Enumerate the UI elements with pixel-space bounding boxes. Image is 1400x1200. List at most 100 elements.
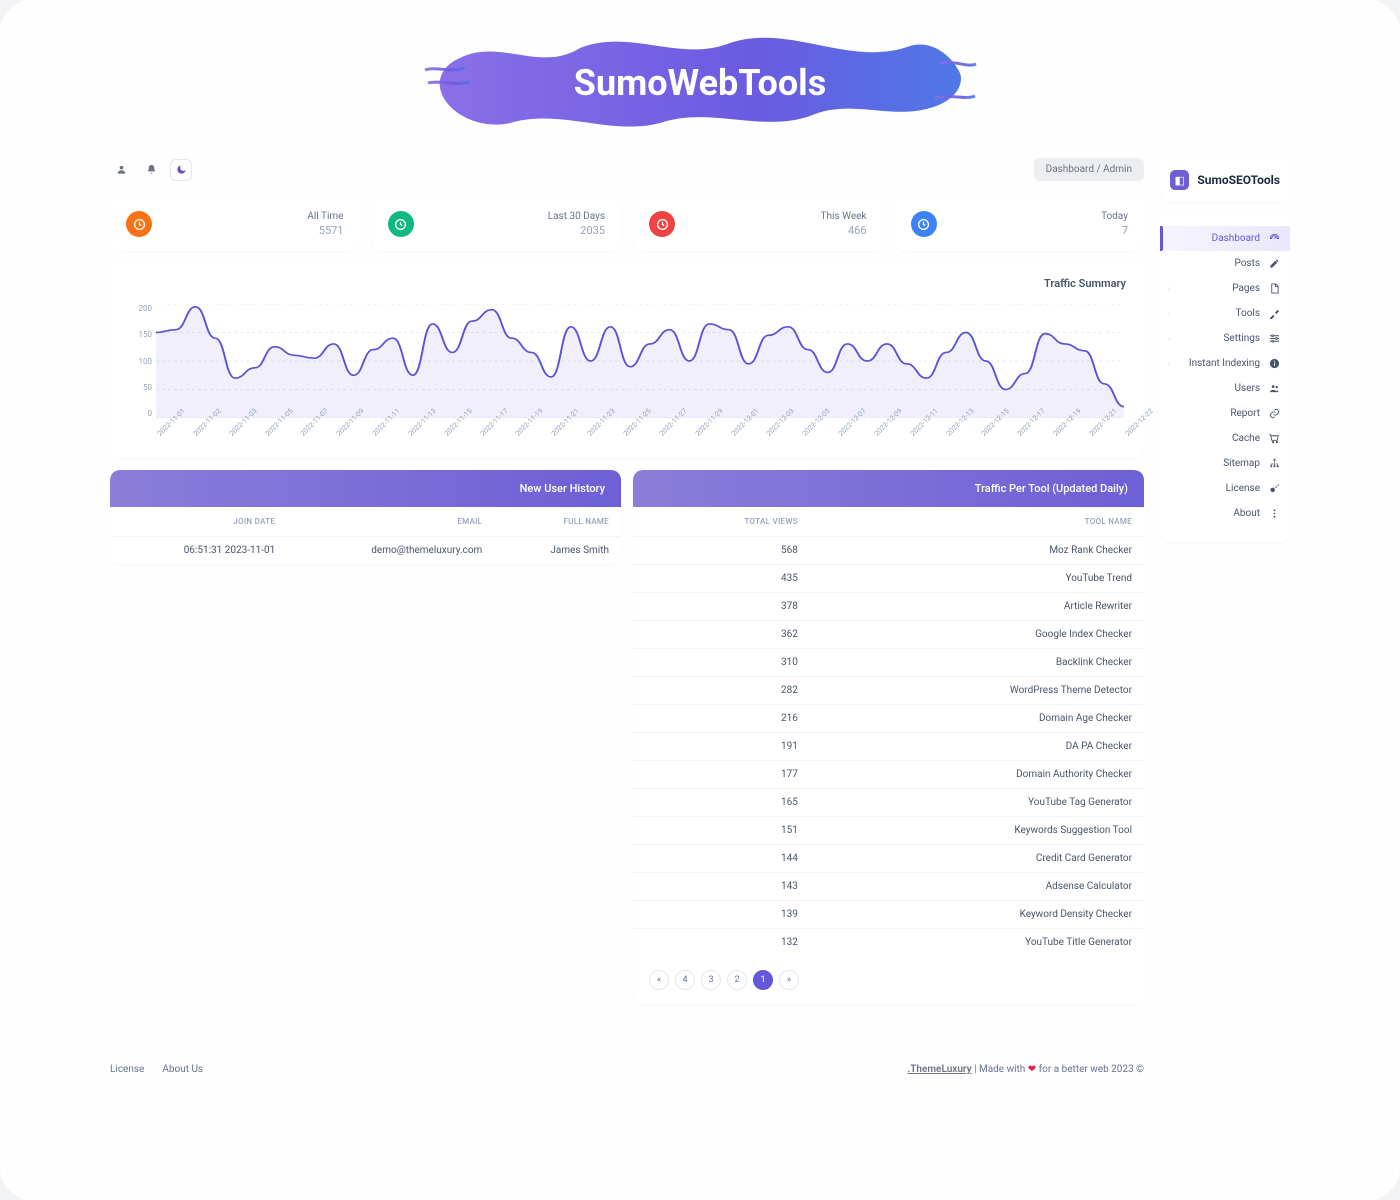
stat-card: All Time 5571 — [110, 197, 360, 251]
sidebar-item-label: License — [1226, 483, 1260, 494]
sidebar-item-about[interactable]: About — [1160, 501, 1290, 526]
speed-icon — [1268, 233, 1280, 244]
table-row: 282WordPress Theme Detector — [633, 677, 1144, 705]
breadcrumb-sep: / — [1096, 164, 1100, 175]
stats-row: All Time 5571 Last 30 Days 2035 This Wee… — [110, 197, 1144, 251]
sidebar-item-label: Sitemap — [1223, 458, 1260, 469]
sidebar-item-label: Instant Indexing — [1189, 358, 1260, 369]
sidebar-item-users[interactable]: Users — [1160, 376, 1290, 401]
brand-logo-icon: ◧ — [1170, 170, 1189, 190]
sidebar-menu: Dashboard Posts › Pages › Tools ›Settings›Inst… — [1160, 214, 1290, 542]
col-full-name: FULL NAME — [494, 507, 621, 537]
heart-icon: ❤ — [1028, 1064, 1036, 1075]
stat-card: This Week 466 — [633, 197, 883, 251]
more-icon — [1268, 508, 1280, 519]
stat-icon — [649, 211, 675, 237]
stat-value: 466 — [821, 224, 867, 237]
sidebar-item-tools[interactable]: › Tools — [1160, 301, 1290, 326]
footer-brand[interactable]: .ThemeLuxury — [907, 1064, 971, 1075]
stat-value: 7 — [1101, 224, 1128, 237]
table-row: 144Credit Card Generator — [633, 845, 1144, 873]
footer-about-link[interactable]: About Us — [162, 1064, 203, 1075]
sidebar-brand[interactable]: ◧ SumoSEOTools — [1160, 158, 1290, 202]
table-row: 151Keywords Suggestion Tool — [633, 817, 1144, 845]
chart-x-labels: 2022-11-012022-11-022022-11-032022-11-05… — [156, 432, 1124, 440]
stat-icon — [126, 211, 152, 237]
sidebar-brand-title: SumoSEOTools — [1197, 173, 1280, 187]
sidebar-item-dashboard[interactable]: Dashboard — [1160, 226, 1290, 251]
sidebar-item-report[interactable]: Report — [1160, 401, 1290, 426]
col-join-date: JOIN DATE — [110, 507, 287, 537]
page-button[interactable]: 3 — [701, 970, 721, 990]
stat-label: Last 30 Days — [548, 211, 605, 222]
col-email: EMAIL — [287, 507, 494, 537]
sidebar-item-label: Posts — [1234, 258, 1260, 269]
page-button[interactable]: 2 — [727, 970, 747, 990]
sidebar-item-label: Cache — [1232, 433, 1260, 444]
table-row: 378Article Rewriter — [633, 593, 1144, 621]
sidebar-item-pages[interactable]: › Pages — [1160, 276, 1290, 301]
table-row: 310Backlink Checker — [633, 649, 1144, 677]
bell-icon[interactable] — [140, 159, 162, 181]
stat-card: Last 30 Days 2035 — [372, 197, 622, 251]
sidebar-item-settings[interactable]: ›Settings — [1160, 326, 1290, 351]
chart-title: Traffic Summary — [110, 263, 1144, 304]
user-history-table: JOIN DATE EMAIL FULL NAME 06:51:31 2023-… — [110, 507, 621, 564]
table-row: 216Domain Age Checker — [633, 705, 1144, 733]
table-row: 165YouTube Tag Generator — [633, 789, 1144, 817]
footer: License About Us .ThemeLuxury | Made wit… — [110, 1056, 1144, 1075]
col-total-views: TOTAL VIEWS — [633, 507, 810, 537]
sitemap-icon — [1268, 458, 1280, 469]
page-button[interactable]: « — [649, 970, 669, 990]
topbar: Dashboard / Admin — [110, 158, 1144, 181]
page-button[interactable]: 4 — [675, 970, 695, 990]
chevron-right-icon: › — [1168, 309, 1170, 318]
traffic-per-tool-card: Traffic Per Tool (Updated Daily) TOTAL V… — [633, 470, 1144, 1004]
sidebar-item-label: About — [1233, 508, 1260, 519]
moon-icon[interactable] — [170, 159, 192, 181]
link-icon — [1268, 408, 1280, 419]
sidebar-item-cache[interactable]: Cache — [1160, 426, 1290, 451]
footer-license-link[interactable]: License — [110, 1064, 144, 1075]
stat-value: 5571 — [307, 224, 343, 237]
traffic-per-tool-table: TOTAL VIEWS TOOL NAME 568Moz Rank Checke… — [633, 507, 1144, 956]
user-icon[interactable] — [110, 159, 132, 181]
breadcrumb-parent[interactable]: Dashboard — [1046, 164, 1094, 175]
table-row: 191DA PA Checker — [633, 733, 1144, 761]
chevron-right-icon: › — [1168, 284, 1170, 293]
stat-icon — [388, 211, 414, 237]
table-row: 06:51:31 2023-11-01demo@themeluxury.comJ… — [110, 537, 621, 565]
stat-label: This Week — [821, 211, 867, 222]
chart-area — [156, 304, 1124, 418]
table-row: 568Moz Rank Checker — [633, 537, 1144, 565]
pencil-icon — [1268, 258, 1280, 269]
banner-title: SumoWebTools — [574, 62, 826, 104]
info-icon — [1268, 358, 1280, 369]
key-icon — [1268, 483, 1280, 494]
table-row: 362Google Index Checker — [633, 621, 1144, 649]
page-button[interactable]: 1 — [753, 970, 773, 990]
sidebar-item-label: Users — [1235, 383, 1261, 394]
users-icon — [1268, 383, 1280, 394]
sidebar-item-sitemap[interactable]: Sitemap — [1160, 451, 1290, 476]
pagination: « 4321 » — [633, 956, 1144, 1004]
table-row: 435YouTube Trend — [633, 565, 1144, 593]
sidebar-item-instant-indexing[interactable]: ›Instant Indexing — [1160, 351, 1290, 376]
stat-icon — [911, 211, 937, 237]
breadcrumb-current: Admin — [1103, 164, 1132, 175]
stat-label: Today — [1101, 211, 1128, 222]
sidebar-item-label: Tools — [1236, 308, 1260, 319]
col-tool-name: TOOL NAME — [810, 507, 1144, 537]
sidebar-item-label: Pages — [1232, 283, 1260, 294]
stat-card: Today 7 — [895, 197, 1145, 251]
breadcrumb: Dashboard / Admin — [1034, 158, 1144, 181]
sidebar-item-posts[interactable]: Posts — [1160, 251, 1290, 276]
file-icon — [1268, 283, 1280, 294]
sidebar-item-license[interactable]: License — [1160, 476, 1290, 501]
page-button[interactable]: » — [779, 970, 799, 990]
sliders-icon — [1268, 333, 1280, 344]
traffic-per-tool-title: Traffic Per Tool (Updated Daily) — [633, 470, 1144, 507]
sidebar-item-label: Dashboard — [1212, 233, 1260, 244]
sidebar-item-label: Settings — [1223, 333, 1260, 344]
user-history-title: New User History — [110, 470, 621, 507]
